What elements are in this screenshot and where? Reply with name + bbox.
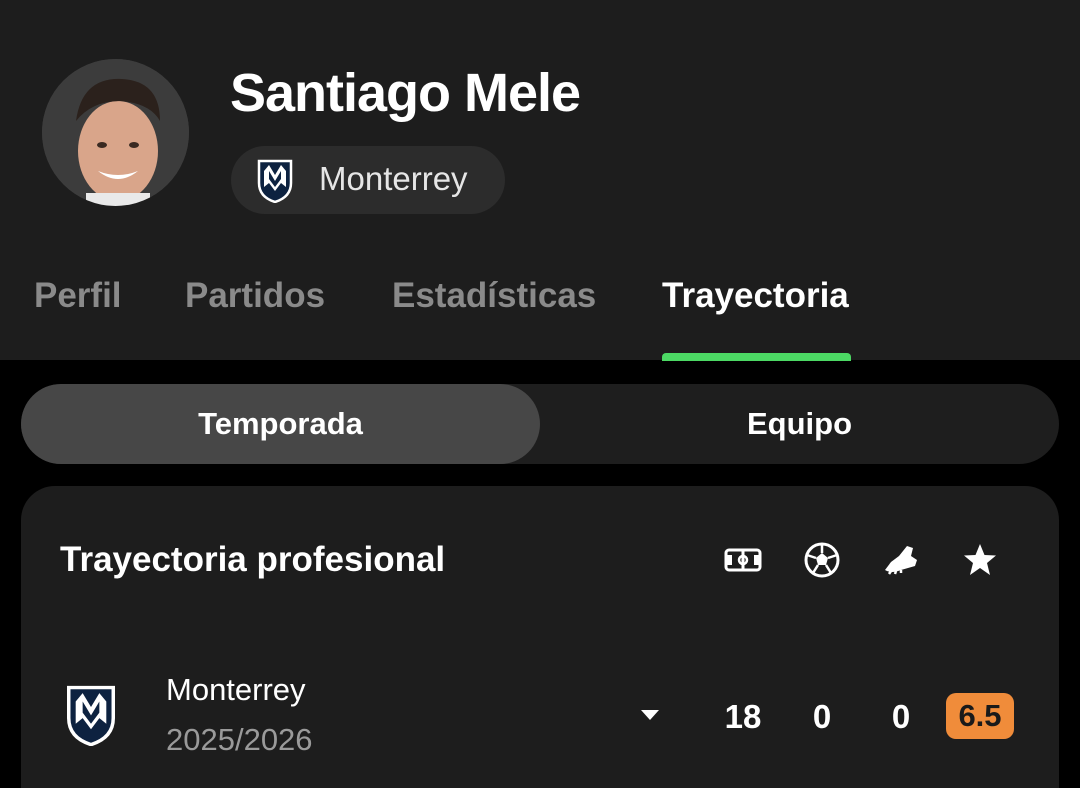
tab-bar: Perfil Partidos Estadísticas Trayectoria — [0, 270, 1080, 361]
expand-chevron-icon[interactable] — [639, 708, 661, 722]
segment-temporada[interactable]: Temporada — [21, 384, 540, 464]
player-photo-icon — [42, 59, 189, 206]
star-icon — [964, 544, 996, 575]
row-team-name: Monterrey — [166, 672, 306, 707]
tab-estadisticas[interactable]: Estadísticas — [392, 276, 596, 316]
row-assists: 0 — [891, 698, 911, 735]
ball-icon — [804, 542, 840, 578]
view-toggle: Temporada Equipo — [21, 384, 1059, 464]
tab-perfil[interactable]: Perfil — [34, 276, 122, 316]
tab-trayectoria[interactable]: Trayectoria — [662, 276, 849, 316]
rating-badge: 6.5 — [946, 693, 1014, 739]
team-chip-label: Monterrey — [319, 160, 468, 197]
segment-equipo[interactable]: Equipo — [540, 384, 1059, 464]
player-header: Santiago Mele Monterrey Perfil Partidos … — [0, 0, 1080, 361]
boot-icon — [885, 546, 917, 575]
tab-partidos[interactable]: Partidos — [185, 276, 325, 316]
row-appearances: 18 — [724, 698, 762, 735]
card-title: Trayectoria profesional — [60, 540, 446, 579]
team-chip[interactable]: Monterrey — [231, 146, 505, 214]
career-card: Trayectoria profesional Monterrey 2025/2… — [21, 486, 1059, 788]
player-avatar — [42, 59, 189, 206]
row-goals: 0 — [812, 698, 832, 735]
monterrey-crest-icon — [257, 159, 293, 203]
player-name: Santiago Mele — [230, 63, 581, 123]
active-tab-indicator — [662, 353, 851, 361]
monterrey-crest-icon — [67, 685, 115, 746]
lineup-pitch-icon — [724, 548, 762, 572]
row-season: 2025/2026 — [166, 722, 313, 757]
